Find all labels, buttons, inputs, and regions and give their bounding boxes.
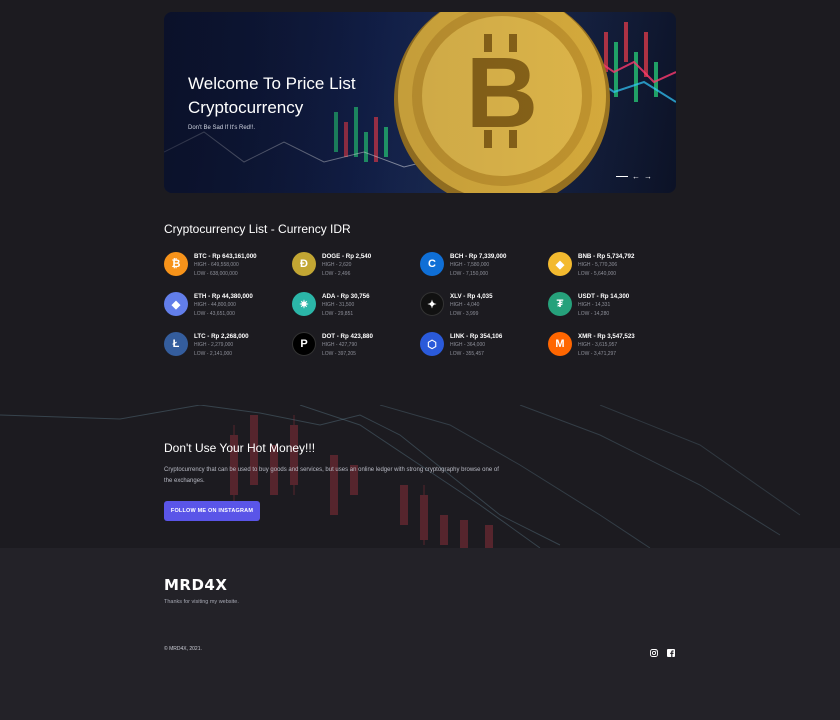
coin-info: LINK - Rp 354,106 HIGH - 364,000 LOW - 355… bbox=[450, 332, 502, 359]
coin-high: HIGH - 2,620 bbox=[322, 262, 352, 268]
carousel-next-arrow-icon[interactable]: → bbox=[644, 172, 652, 181]
footer-subtitle: Thanks for visiting my website. bbox=[164, 599, 239, 605]
coin-low: LOW - 14,280 bbox=[578, 311, 610, 317]
crypto-list-item: ⬡ LINK - Rp 354,106 HIGH - 364,000 LOW - 35… bbox=[420, 332, 548, 357]
coin-high: HIGH - 2,279,000 bbox=[194, 342, 234, 348]
coin-info: XLV - Rp 4,035 HIGH - 4,040 LOW - 3,999 bbox=[450, 292, 493, 319]
coin-name: BCH - Rp 7,339,000 bbox=[450, 253, 507, 260]
crypto-list-item: Ł LTC - Rp 2,268,000 HIGH - 2,279,000 LOW -… bbox=[164, 332, 292, 357]
coin-info: XMR - Rp 3,547,523 HIGH - 3,615,957 LOW - … bbox=[578, 332, 635, 359]
coin-info: ADA - Rp 30,756 HIGH - 31,500 LOW - 29,851 bbox=[322, 292, 370, 319]
promo-text: Cryptocurrency that can be used to buy g… bbox=[164, 467, 499, 484]
crypto-list-item: ₮ USDT - Rp 14,300 HIGH - 14,331 LOW - 14,2… bbox=[548, 292, 676, 317]
coin-name: XMR - Rp 3,547,523 bbox=[578, 333, 635, 340]
follow-instagram-button[interactable]: FOLLOW ME ON INSTAGRAM bbox=[164, 501, 260, 521]
coin-info: USDT - Rp 14,300 HIGH - 14,331 LOW - 14,28… bbox=[578, 292, 629, 319]
hero-banner: B Welcome To Price List Cryptocurrency D… bbox=[164, 12, 676, 193]
bitcoin-icon: ₿ bbox=[164, 252, 188, 276]
cardano-icon: ✷ bbox=[292, 292, 316, 316]
binance-coin-icon: ◆ bbox=[548, 252, 572, 276]
crypto-list-item: P DOT - Rp 423,880 HIGH - 427,790 LOW - 397… bbox=[292, 332, 420, 357]
crypto-list-item: ◆ BNB - Rp 5,734,792 HIGH - 5,770,306 LOW -… bbox=[548, 252, 676, 277]
coin-name: LINK - Rp 354,106 bbox=[450, 333, 503, 340]
crypto-list-title: Cryptocurrency List - Currency IDR bbox=[164, 222, 351, 236]
coin-low: LOW - 355,457 bbox=[450, 351, 484, 357]
facebook-icon[interactable] bbox=[667, 644, 675, 657]
coin-low: LOW - 3,999 bbox=[450, 311, 479, 317]
coin-low: LOW - 7,150,000 bbox=[450, 271, 489, 277]
coin-info: LTC - Rp 2,268,000 HIGH - 2,279,000 LOW - … bbox=[194, 332, 249, 359]
bitcoin-cash-icon: C bbox=[420, 252, 444, 276]
carousel-prev-arrow-icon[interactable]: ← bbox=[632, 172, 640, 181]
coin-low: LOW - 29,851 bbox=[322, 311, 354, 317]
footer-logo: MRD4X bbox=[164, 576, 228, 594]
coin-name: DOGE - Rp 2,540 bbox=[322, 253, 372, 260]
coin-high: HIGH - 7,580,000 bbox=[450, 262, 490, 268]
hero-carousel-nav: ← → bbox=[616, 172, 652, 181]
chainlink-icon: ⬡ bbox=[420, 332, 444, 356]
coin-info: BTC - Rp 643,161,000 HIGH - 649,558,000 LO… bbox=[194, 252, 257, 279]
coin-low: LOW - 3,471,297 bbox=[578, 351, 617, 357]
promo-section: Don't Use Your Hot Money!!! Cryptocurren… bbox=[0, 405, 840, 548]
crypto-list-item: ✦ XLV - Rp 4,035 HIGH - 4,040 LOW - 3,999 bbox=[420, 292, 548, 317]
crypto-list-item: C BCH - Rp 7,339,000 HIGH - 7,580,000 LOW -… bbox=[420, 252, 548, 277]
hero-title: Welcome To Price List Cryptocurrency bbox=[188, 72, 408, 120]
crypto-list: ₿ BTC - Rp 643,161,000 HIGH - 649,558,000 L… bbox=[164, 252, 676, 357]
coin-info: DOT - Rp 423,880 HIGH - 427,790 LOW - 397,… bbox=[322, 332, 373, 359]
coin-low: LOW - 638,000,000 bbox=[194, 271, 238, 277]
coin-info: ETH - Rp 44,380,000 HIGH - 44,800,000 LOW … bbox=[194, 292, 253, 319]
coin-name: USDT - Rp 14,300 bbox=[578, 293, 630, 300]
coin-name: ADA - Rp 30,756 bbox=[322, 293, 370, 300]
social-links bbox=[650, 644, 675, 657]
coin-low: LOW - 43,651,000 bbox=[194, 311, 235, 317]
copyright-text: © MRD4X, 2021. bbox=[164, 646, 202, 652]
coin-low: LOW - 2,496 bbox=[322, 271, 351, 277]
hero-title-line2: Cryptocurrency bbox=[188, 98, 304, 117]
coin-high: HIGH - 5,770,306 bbox=[578, 262, 618, 268]
crypto-list-item: ₿ BTC - Rp 643,161,000 HIGH - 649,558,000 L… bbox=[164, 252, 292, 277]
monero-icon: M bbox=[548, 332, 572, 356]
crypto-list-item: ◆ ETH - Rp 44,380,000 HIGH - 44,800,000 LOW… bbox=[164, 292, 292, 317]
coin-high: HIGH - 364,000 bbox=[450, 342, 486, 348]
coin-high: HIGH - 44,800,000 bbox=[194, 302, 236, 308]
litecoin-icon: Ł bbox=[164, 332, 188, 356]
coin-high: HIGH - 427,790 bbox=[322, 342, 358, 348]
coin-high: HIGH - 31,500 bbox=[322, 302, 355, 308]
coin-low: LOW - 5,640,000 bbox=[578, 271, 617, 277]
hero-title-line1: Welcome To Price List bbox=[188, 74, 356, 93]
coin-high: HIGH - 649,558,000 bbox=[194, 262, 239, 268]
crypto-list-item: M XMR - Rp 3,547,523 HIGH - 3,615,957 LOW -… bbox=[548, 332, 676, 357]
coin-high: HIGH - 4,040 bbox=[450, 302, 480, 308]
footer: MRD4X Thanks for visiting my website. © … bbox=[0, 548, 840, 720]
promo-title: Don't Use Your Hot Money!!! bbox=[164, 441, 316, 455]
crypto-list-item: Ð DOGE - Rp 2,540 HIGH - 2,620 LOW - 2,496 bbox=[292, 252, 420, 277]
coin-name: DOT - Rp 423,880 bbox=[322, 333, 373, 340]
coin-info: DOGE - Rp 2,540 HIGH - 2,620 LOW - 2,496 bbox=[322, 252, 371, 279]
coin-name: BNB - Rp 5,734,792 bbox=[578, 253, 635, 260]
stellar-icon: ✦ bbox=[420, 292, 444, 316]
coin-name: ETH - Rp 44,380,000 bbox=[194, 293, 253, 300]
coin-high: HIGH - 14,331 bbox=[578, 302, 611, 308]
coin-name: BTC - Rp 643,161,000 bbox=[194, 253, 257, 260]
ethereum-icon: ◆ bbox=[164, 292, 188, 316]
coin-info: BNB - Rp 5,734,792 HIGH - 5,770,306 LOW - … bbox=[578, 252, 634, 279]
coin-info: BCH - Rp 7,339,000 HIGH - 7,580,000 LOW - … bbox=[450, 252, 506, 279]
coin-name: XLV - Rp 4,035 bbox=[450, 293, 493, 300]
crypto-list-item: ✷ ADA - Rp 30,756 HIGH - 31,500 LOW - 29,85… bbox=[292, 292, 420, 317]
instagram-icon[interactable] bbox=[650, 644, 658, 657]
coin-low: LOW - 2,141,000 bbox=[194, 351, 233, 357]
coin-name: LTC - Rp 2,268,000 bbox=[194, 333, 249, 340]
polkadot-icon: P bbox=[292, 332, 316, 356]
coin-low: LOW - 397,205 bbox=[322, 351, 356, 357]
tether-icon: ₮ bbox=[548, 292, 572, 316]
coin-high: HIGH - 3,615,957 bbox=[578, 342, 618, 348]
dogecoin-icon: Ð bbox=[292, 252, 316, 276]
carousel-indicator bbox=[616, 176, 628, 177]
hero-subtitle: Don't Be Sad If It's Red!!. bbox=[188, 125, 255, 131]
